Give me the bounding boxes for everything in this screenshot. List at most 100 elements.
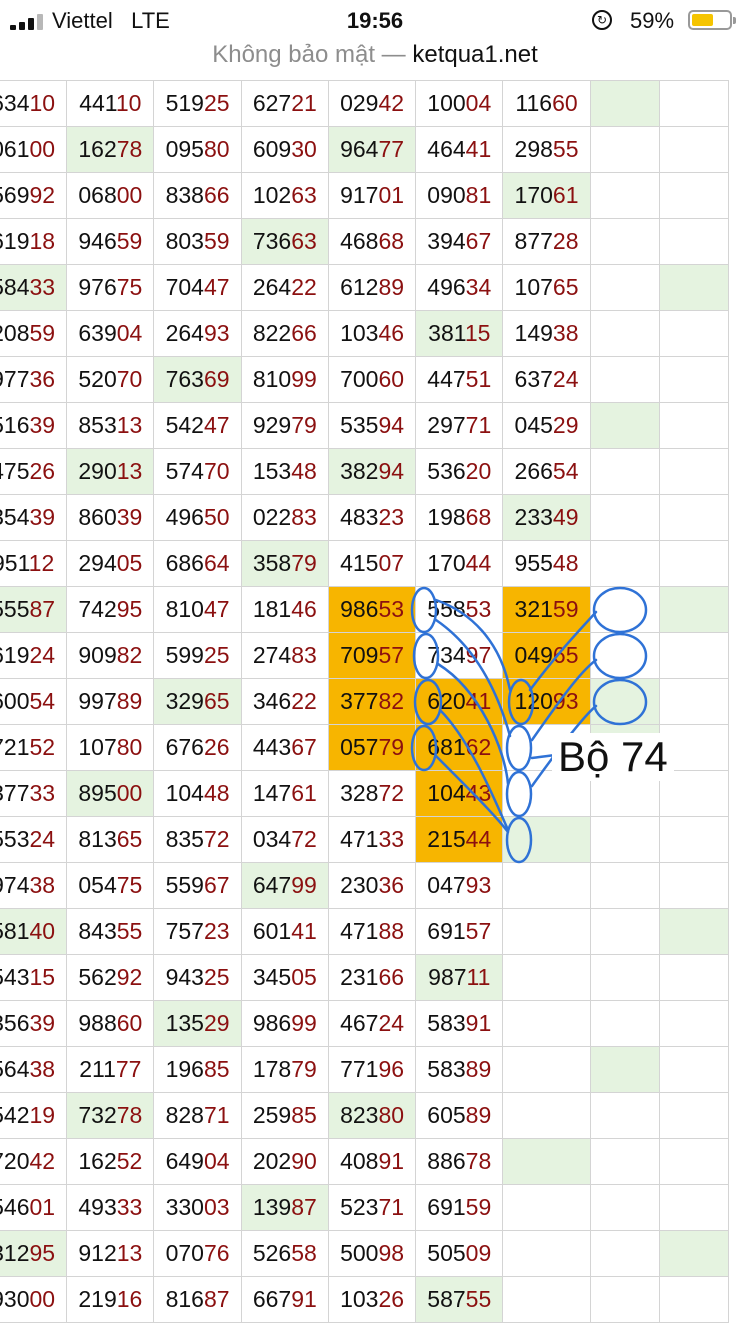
result-cell: 91213: [66, 1230, 155, 1277]
number-head: 955: [514, 550, 553, 576]
battery-percent: 59%: [630, 8, 675, 33]
number-head: 104: [165, 780, 204, 806]
number-tail: 53: [378, 596, 405, 622]
result-cell: 10780: [66, 724, 155, 771]
table-row: 95112294056866435879415071704495548: [0, 540, 730, 587]
number-head: 895: [78, 780, 117, 806]
result-cell: 69157: [415, 908, 504, 955]
result-cell: 82266: [240, 310, 329, 357]
number-tail: 50: [203, 504, 230, 530]
result-cell: 46441: [415, 126, 504, 173]
number-tail: 82: [116, 642, 143, 668]
result-cell: 47133: [327, 816, 417, 863]
number-tail: 55: [116, 918, 143, 944]
table-row: 51639853135424792979535942977104529: [0, 402, 730, 449]
result-cell: 70060: [327, 356, 417, 403]
number-head: 581: [0, 918, 30, 944]
result-cell: [658, 80, 730, 127]
number-tail: 59: [552, 596, 579, 622]
number-tail: 59: [203, 228, 230, 254]
result-cell: 06100: [0, 126, 68, 173]
number-tail: 26: [378, 1286, 405, 1312]
result-cell: 99789: [66, 678, 155, 725]
number-head: 135: [165, 1010, 204, 1036]
number-tail: 22: [291, 688, 317, 714]
battery-icon: [688, 10, 736, 30]
result-cell: [589, 494, 660, 541]
result-cell: 55853: [415, 586, 504, 633]
number-head: 029: [340, 90, 379, 116]
result-cell: 70957: [327, 632, 417, 679]
result-cell: 48323: [327, 494, 417, 541]
number-head: 297: [427, 412, 466, 438]
result-cell: 73663: [240, 218, 329, 265]
result-cell: 54247: [153, 402, 242, 449]
results-table: 6341044110519256272102942100041166006100…: [0, 80, 730, 1323]
number-head: 464: [427, 136, 466, 162]
result-cell: 88678: [415, 1138, 504, 1185]
url-domain: ketqua1.net: [412, 41, 538, 68]
number-head: 381: [428, 320, 465, 346]
result-cell: 61924: [0, 632, 68, 679]
number-head: 523: [340, 1194, 379, 1220]
result-cell: [658, 310, 730, 357]
result-cell: 62721: [240, 80, 329, 127]
result-cell: [502, 908, 591, 955]
result-cell: 64904: [153, 1138, 242, 1185]
number-tail: 24: [552, 366, 579, 392]
number-tail: 77: [378, 136, 405, 162]
result-cell: 52658: [240, 1230, 329, 1277]
number-tail: 96: [378, 1056, 405, 1082]
number-head: 219: [78, 1286, 117, 1312]
number-tail: 83: [291, 504, 317, 530]
table-row: 543155629294325345052316698711: [0, 954, 730, 1001]
number-tail: 78: [116, 136, 143, 162]
number-head: 564: [0, 1056, 30, 1082]
number-head: 612: [340, 274, 379, 300]
number-head: 330: [165, 1194, 204, 1220]
number-head: 721: [0, 734, 30, 760]
number-tail: 24: [29, 642, 56, 668]
result-cell: 61289: [327, 264, 417, 311]
number-head: 736: [252, 228, 292, 254]
result-cell: 81687: [153, 1276, 242, 1323]
number-tail: 72: [291, 826, 317, 852]
results-table-viewport[interactable]: 6341044110519256272102942100041166006100…: [0, 80, 750, 1334]
number-head: 516: [0, 412, 30, 438]
result-cell: 10326: [327, 1276, 417, 1323]
result-cell: [589, 1046, 660, 1093]
number-head: 667: [252, 1286, 292, 1312]
number-head: 312: [0, 1240, 30, 1266]
number-head: 181: [252, 596, 292, 622]
result-cell: [589, 402, 660, 449]
number-head: 264: [165, 320, 204, 346]
number-head: 997: [78, 688, 117, 714]
number-tail: 09: [465, 1240, 492, 1266]
number-tail: 39: [29, 504, 56, 530]
number-tail: 07: [378, 550, 405, 576]
number-head: 358: [252, 550, 292, 576]
result-cell: 47188: [327, 908, 417, 955]
number-head: 290: [78, 458, 117, 484]
result-cell: [589, 632, 660, 679]
result-cell: [658, 402, 730, 449]
number-head: 520: [78, 366, 117, 392]
url-bar[interactable]: Không bảo mật — ketqua1.net: [0, 40, 750, 80]
number-head: 467: [340, 1010, 379, 1036]
result-cell: 07076: [153, 1230, 242, 1277]
number-head: 493: [78, 1194, 117, 1220]
number-head: 057: [340, 734, 379, 760]
result-cell: 35439: [0, 494, 68, 541]
number-tail: 19: [29, 1102, 56, 1128]
number-head: 147: [252, 780, 292, 806]
table-row: 542197327882871259858238060589: [0, 1092, 730, 1139]
table-row: 06100162780958060930964774644129855: [0, 126, 730, 173]
result-cell: 14938: [502, 310, 591, 357]
number-head: 536: [427, 458, 466, 484]
number-head: 103: [340, 320, 379, 346]
result-cell: 47526: [0, 448, 68, 495]
number-tail: 90: [291, 1148, 317, 1174]
result-cell: [589, 862, 660, 909]
number-head: 986: [340, 596, 379, 622]
result-cell: 25985: [240, 1092, 329, 1139]
